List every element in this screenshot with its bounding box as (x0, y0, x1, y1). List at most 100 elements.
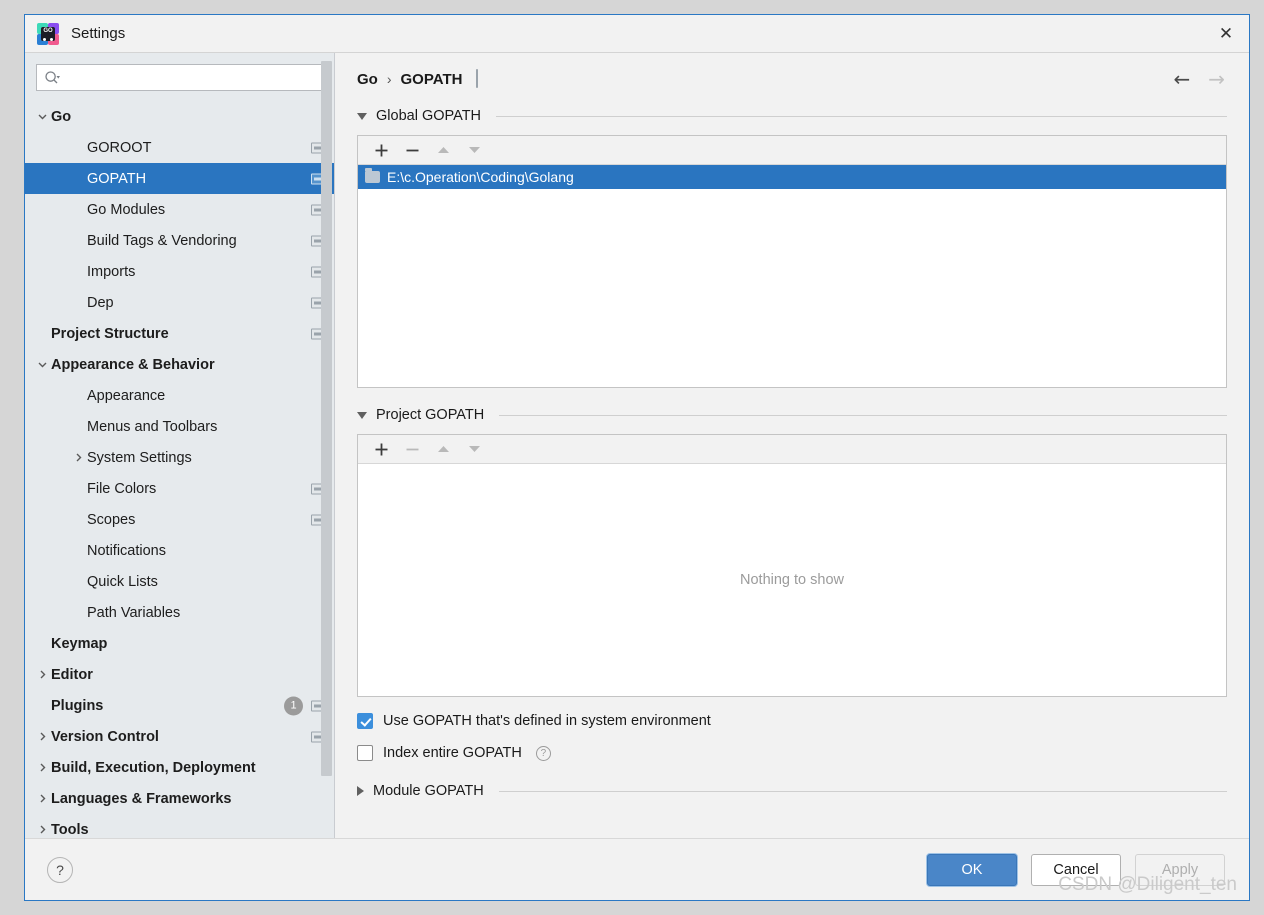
forward-arrow-icon: → (1208, 67, 1225, 91)
sidebar-item-languages-frameworks[interactable]: Languages & Frameworks (25, 783, 334, 814)
sidebar-item-label: Quick Lists (87, 573, 158, 590)
use-system-gopath-checkbox[interactable] (357, 713, 373, 729)
sidebar-item-menus-and-toolbars[interactable]: Menus and Toolbars (25, 411, 334, 442)
sidebar-item-scopes[interactable]: Scopes (25, 504, 334, 535)
sidebar-item-label: Scopes (87, 511, 136, 528)
back-arrow-icon[interactable]: ← (1173, 69, 1190, 89)
breadcrumb-root[interactable]: Go (357, 71, 378, 88)
chevron-down-icon[interactable] (33, 359, 51, 370)
search-box[interactable] (36, 64, 324, 91)
project-gopath-header[interactable]: Project GOPATH (357, 402, 1227, 428)
sidebar-item-keymap[interactable]: Keymap (25, 628, 334, 659)
sidebar-item-path-variables[interactable]: Path Variables (25, 597, 334, 628)
sidebar-item-label: Project Structure (51, 325, 169, 342)
global-gopath-remove-button[interactable] (397, 137, 428, 164)
sidebar-item-label: Notifications (87, 542, 166, 559)
sidebar-item-version-control[interactable]: Version Control (25, 721, 334, 752)
sidebar-item-appearance[interactable]: Appearance (25, 380, 334, 411)
chevron-right-icon[interactable] (33, 669, 51, 680)
global-gopath-move-down-button (459, 137, 490, 164)
sidebar-item-go-modules[interactable]: Go Modules (25, 194, 334, 225)
use-system-gopath-row[interactable]: Use GOPATH that's defined in system envi… (357, 707, 1227, 735)
settings-sidebar: Go GOROOT GOPATH Go Modules Build Tags & Ven… (25, 53, 335, 838)
sidebar-item-tail: 1 (284, 696, 324, 715)
breadcrumb-separator: › (386, 71, 392, 87)
global-gopath-move-up-button (428, 137, 459, 164)
ok-button[interactable]: OK (927, 853, 1017, 886)
sidebar-item-appearance-behavior[interactable]: Appearance & Behavior (25, 349, 334, 380)
global-gopath-header[interactable]: Global GOPATH (357, 103, 1227, 129)
sidebar-item-label: Go (51, 108, 72, 125)
chevron-right-icon[interactable] (69, 452, 87, 463)
sidebar-item-label: Tools (51, 821, 89, 838)
sidebar-item-quick-lists[interactable]: Quick Lists (25, 566, 334, 597)
search-container (25, 53, 334, 99)
sidebar-item-label: Path Variables (87, 604, 181, 621)
sidebar-item-label: Dep (87, 294, 114, 311)
sidebar-item-notifications[interactable]: Notifications (25, 535, 334, 566)
sidebar-item-go[interactable]: Go (25, 101, 334, 132)
update-count-badge: 1 (284, 696, 303, 715)
sidebar-item-file-colors[interactable]: File Colors (25, 473, 334, 504)
project-gopath-collapse-icon[interactable] (357, 411, 367, 419)
chevron-right-icon[interactable] (33, 731, 51, 742)
close-icon[interactable]: ✕ (1203, 15, 1249, 52)
chevron-right-icon[interactable] (33, 762, 51, 773)
index-entire-gopath-checkbox[interactable] (357, 745, 373, 761)
sidebar-item-label: Plugins (51, 697, 104, 714)
sidebar-item-label: Appearance (87, 387, 166, 404)
apply-button: Apply (1135, 853, 1225, 886)
sidebar-item-label: Keymap (51, 635, 108, 652)
project-gopath-toolbar (358, 435, 1226, 464)
settings-window: GO Settings ✕ Go GOROOT GOPATH Go Module… (24, 14, 1250, 901)
folder-icon (365, 168, 380, 183)
sidebar-item-label: Version Control (51, 728, 159, 745)
module-gopath-expand-icon[interactable] (357, 786, 364, 796)
sidebar-item-plugins[interactable]: Plugins 1 (25, 690, 334, 721)
index-entire-gopath-row[interactable]: Index entire GOPATH ? (357, 739, 1227, 767)
project-gopath-list[interactable]: Nothing to show (358, 464, 1226, 696)
sidebar-item-build-tags-vendoring[interactable]: Build Tags & Vendoring (25, 225, 334, 256)
chevron-right-icon[interactable] (33, 793, 51, 804)
sidebar-item-tools[interactable]: Tools (25, 814, 334, 838)
divider (496, 115, 1227, 117)
window-body: Go GOROOT GOPATH Go Modules Build Tags & Ven… (25, 53, 1249, 838)
sidebar-item-gopath[interactable]: GOPATH (25, 163, 334, 194)
sidebar-scrollbar[interactable] (321, 61, 332, 830)
sidebar-item-project-structure[interactable]: Project Structure (25, 318, 334, 349)
sidebar-scrollbar-thumb[interactable] (321, 61, 332, 776)
global-gopath-list[interactable]: E:\c.Operation\Coding\Golang (358, 165, 1226, 387)
global-gopath-collapse-icon[interactable] (357, 112, 367, 120)
module-gopath-header[interactable]: Module GOPATH (357, 778, 1227, 804)
sidebar-item-goroot[interactable]: GOROOT (25, 132, 334, 163)
global-gopath-add-button[interactable] (366, 137, 397, 164)
settings-tree[interactable]: Go GOROOT GOPATH Go Modules Build Tags & Ven… (25, 99, 334, 838)
help-button[interactable]: ? (47, 856, 73, 883)
sidebar-item-system-settings[interactable]: System Settings (25, 442, 334, 473)
index-entire-gopath-label: Index entire GOPATH (383, 745, 522, 761)
project-gopath-remove-button (397, 436, 428, 463)
global-gopath-panel: E:\c.Operation\Coding\Golang (357, 135, 1227, 388)
sidebar-item-imports[interactable]: Imports (25, 256, 334, 287)
search-input[interactable] (64, 70, 316, 85)
sidebar-item-build-execution-deployment[interactable]: Build, Execution, Deployment (25, 752, 334, 783)
sidebar-item-dep[interactable]: Dep (25, 287, 334, 318)
sidebar-item-label: Build, Execution, Deployment (51, 759, 256, 776)
dialog-buttons: OK Cancel Apply (927, 853, 1225, 886)
project-gopath-add-button[interactable] (366, 436, 397, 463)
settings-sync-icon[interactable] (476, 69, 479, 88)
use-system-gopath-label: Use GOPATH that's defined in system envi… (383, 713, 711, 729)
search-icon (44, 70, 60, 86)
sidebar-item-label: Appearance & Behavior (51, 356, 215, 373)
divider (498, 790, 1227, 792)
sidebar-item-label: GOROOT (87, 139, 152, 156)
chevron-down-icon[interactable] (33, 111, 51, 122)
cancel-button[interactable]: Cancel (1031, 853, 1121, 886)
chevron-right-icon[interactable] (33, 824, 51, 835)
module-gopath-title: Module GOPATH (373, 783, 484, 799)
sidebar-item-label: System Settings (87, 449, 192, 466)
help-icon[interactable]: ? (535, 745, 551, 761)
list-item[interactable]: E:\c.Operation\Coding\Golang (358, 165, 1226, 189)
sidebar-item-editor[interactable]: Editor (25, 659, 334, 690)
sidebar-item-label: Editor (51, 666, 93, 683)
